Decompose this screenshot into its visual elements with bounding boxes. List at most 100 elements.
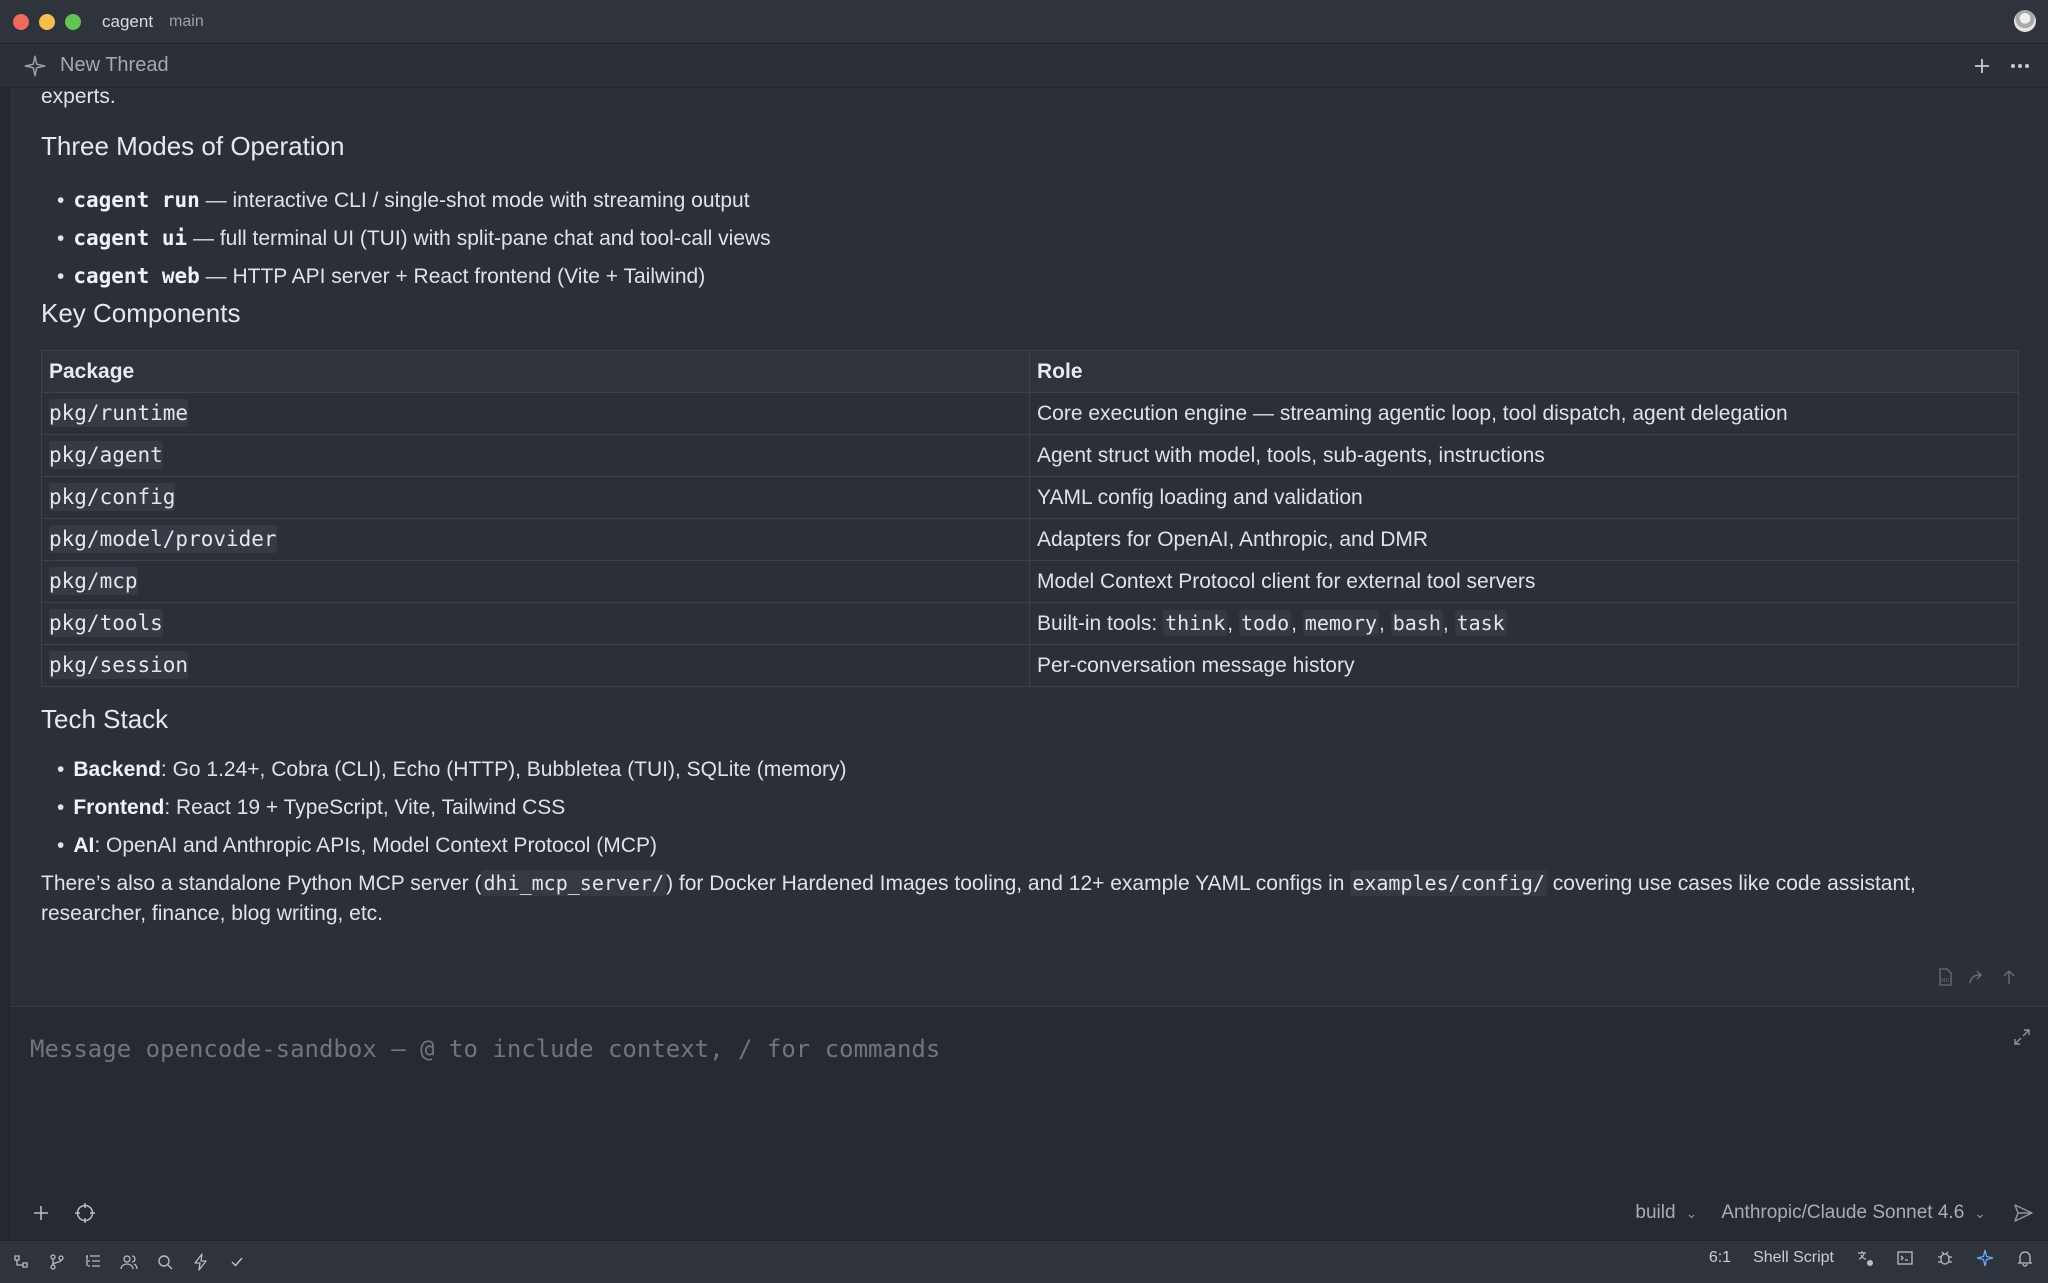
diagnostics-button[interactable] — [228, 1253, 246, 1271]
tool-name: think — [1163, 610, 1228, 636]
document-icon: MD — [1939, 968, 1952, 986]
git-panel-button[interactable] — [48, 1253, 66, 1271]
expand-composer-button[interactable] — [2012, 1027, 2032, 1047]
package-name: pkg/tools — [49, 609, 163, 637]
actions-button[interactable] — [192, 1253, 210, 1271]
table-row: pkg/agent Agent struct with model, tools… — [41, 434, 2019, 477]
check-icon — [231, 1257, 243, 1267]
list-item: AI: OpenAI and Anthropic APIs, Model Con… — [57, 827, 847, 865]
package-name: pkg/session — [49, 651, 189, 679]
terminal-button[interactable] — [1896, 1249, 1914, 1267]
branch-name[interactable]: main — [169, 13, 204, 31]
close-window-button[interactable] — [13, 13, 29, 30]
terminal-icon — [1897, 1251, 1913, 1265]
message-actions: MD — [1936, 968, 2018, 986]
modes-heading: Three Modes of Operation — [41, 131, 345, 161]
send-button[interactable] — [2010, 1200, 2036, 1226]
git-branch-icon — [50, 1254, 64, 1270]
table-row: pkg/runtime Core execution engine — stre… — [41, 392, 2019, 435]
column-header-package: Package — [41, 350, 1030, 393]
command-name: cagent ui — [73, 226, 188, 250]
tree-icon — [14, 1255, 28, 1268]
collab-panel-button[interactable] — [120, 1253, 138, 1271]
search-button[interactable] — [156, 1253, 174, 1271]
list-tree-icon — [86, 1255, 100, 1267]
tool-name: todo — [1238, 610, 1292, 636]
scroll-top-button[interactable] — [2000, 968, 2018, 986]
debug-button[interactable] — [1936, 1249, 1954, 1267]
forward-arrow-icon — [1969, 970, 1982, 984]
project-name[interactable]: cagent — [102, 12, 153, 32]
user-avatar[interactable] — [2014, 10, 2036, 32]
project-panel-button[interactable] — [12, 1253, 30, 1271]
bug-icon — [1938, 1251, 1952, 1265]
role-cell: Adapters for OpenAI, Anthropic, and DMR — [1029, 518, 2019, 561]
package-name: pkg/agent — [49, 441, 163, 469]
share-button[interactable] — [1968, 968, 1986, 986]
maximize-window-button[interactable] — [65, 13, 81, 30]
model-select[interactable]: Anthropic/Claude Sonnet 4.6 ⌄ — [1721, 1202, 1986, 1224]
inline-code: dhi_mcp_server/ — [481, 870, 667, 896]
plus-icon — [1975, 59, 1989, 73]
send-icon — [2014, 1204, 2033, 1222]
list-item: Backend: Go 1.24+, Cobra (CLI), Echo (HT… — [57, 751, 847, 789]
intro-fragment: experts. — [41, 88, 116, 108]
crosshair-icon — [75, 1203, 95, 1223]
title-bar: cagent main — [0, 0, 2048, 44]
table-header-row: Package Role — [41, 350, 2019, 393]
list-item: cagent run — interactive CLI / single-sh… — [57, 181, 771, 219]
tech-label: AI — [73, 834, 95, 857]
vim-mode-button[interactable] — [1856, 1249, 1874, 1267]
assistant-message: experts. Three Modes of Operation cagent… — [41, 88, 2021, 1008]
role-cell: Model Context Protocol client for extern… — [1029, 560, 2019, 603]
package-cell: pkg/mcp — [41, 560, 1030, 603]
package-name: pkg/model/provider — [49, 525, 277, 553]
outline-panel-button[interactable] — [84, 1253, 102, 1271]
list-item: Frontend: React 19 + TypeScript, Vite, T… — [57, 789, 847, 827]
arrow-up-icon — [2003, 970, 2015, 984]
language-mode[interactable]: Shell Script — [1753, 1249, 1834, 1267]
tool-name: bash — [1390, 610, 1443, 636]
attach-button[interactable] — [30, 1202, 52, 1224]
cursor-position[interactable]: 6:1 — [1709, 1249, 1731, 1267]
context-button[interactable] — [74, 1202, 96, 1224]
inline-code: examples/config/ — [1350, 870, 1547, 896]
column-header-role: Role — [1029, 350, 2019, 393]
plus-icon — [34, 1206, 48, 1220]
composer-controls: build ⌄ Anthropic/Claude Sonnet 4.6 ⌄ — [1635, 1200, 2036, 1226]
message-input[interactable] — [30, 1029, 1970, 1069]
thread-title: New Thread — [60, 54, 169, 76]
status-left — [12, 1253, 246, 1271]
tech-list: Backend: Go 1.24+, Cobra (CLI), Echo (HT… — [57, 751, 847, 865]
agent-panel-button[interactable] — [1976, 1249, 1994, 1267]
list-item: cagent web — HTTP API server + React fro… — [57, 257, 771, 295]
more-options-button[interactable] — [2008, 52, 2032, 80]
table-row: pkg/config YAML config loading and valid… — [41, 476, 2019, 519]
tech-text: : Go 1.24+, Cobra (CLI), Echo (HTTP), Bu… — [160, 758, 847, 781]
left-rail — [0, 88, 10, 1240]
window-controls — [13, 13, 81, 30]
copy-markdown-button[interactable]: MD — [1936, 968, 1954, 986]
notifications-button[interactable] — [2016, 1249, 2034, 1267]
role-cell: Core execution engine — streaming agenti… — [1029, 392, 2019, 435]
role-cell: Per-conversation message history — [1029, 644, 2019, 687]
role-cell: Agent struct with model, tools, sub-agen… — [1029, 434, 2019, 477]
closing-text: ) for Docker Hardened Images tooling, an… — [666, 872, 1351, 895]
composer-tools — [30, 1202, 96, 1224]
package-name: pkg/mcp — [49, 567, 138, 595]
svg-text:MD: MD — [1941, 978, 1949, 984]
components-table: Package Role pkg/runtime Core execution … — [41, 350, 2019, 687]
mode-label: build — [1635, 1202, 1676, 1223]
table-row: pkg/mcp Model Context Protocol client fo… — [41, 560, 2019, 603]
closing-text: There’s also a standalone Python MCP ser… — [41, 872, 482, 895]
closing-text: researcher, finance, blog writing, etc. — [41, 902, 384, 925]
bell-icon — [2017, 1251, 2033, 1267]
mode-select[interactable]: build ⌄ — [1635, 1202, 1697, 1224]
tech-label: Frontend — [73, 796, 165, 819]
minimize-window-button[interactable] — [39, 13, 55, 30]
table-row: pkg/tools Built-in tools: think, todo, m… — [41, 602, 2019, 645]
new-thread-button[interactable] — [1970, 52, 1994, 80]
role-prefix: Built-in tools: — [1037, 612, 1164, 635]
package-cell: pkg/tools — [41, 602, 1030, 645]
command-desc: — full terminal UI (TUI) with split-pane… — [187, 227, 771, 250]
